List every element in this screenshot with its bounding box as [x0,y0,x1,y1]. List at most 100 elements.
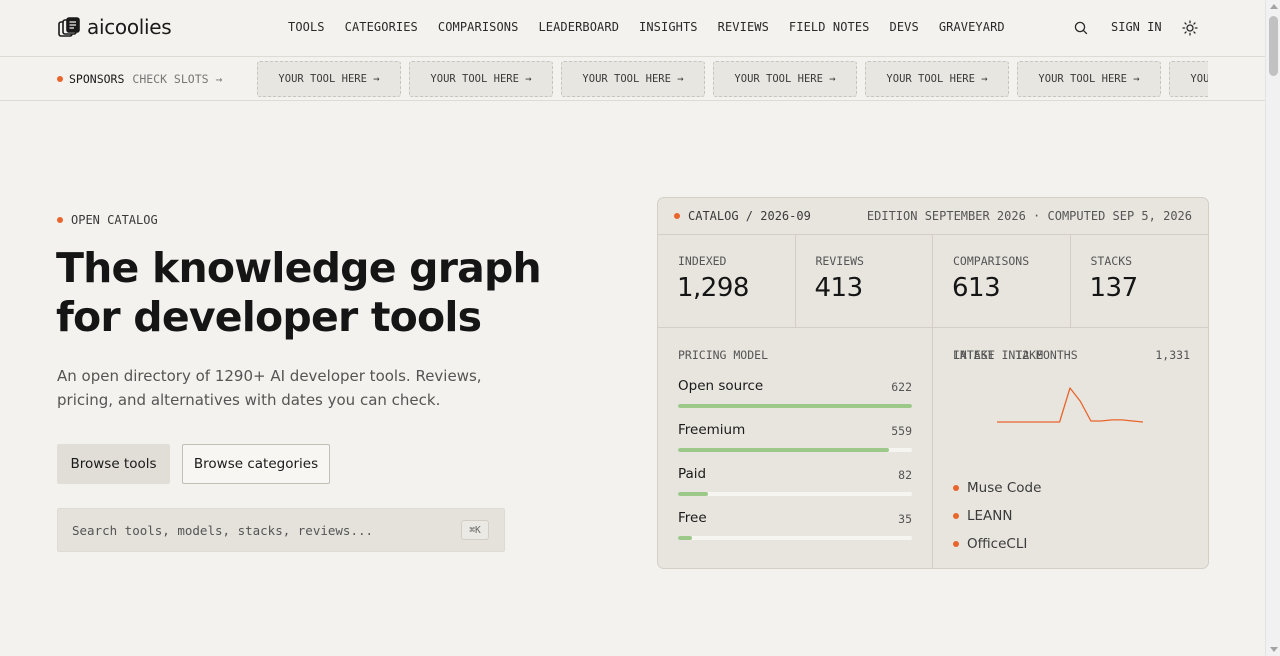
stat-indexed: INDEXED 1,298 [658,235,796,327]
stat-value: 1,298 [677,273,749,303]
pricing-name: Free [678,510,707,526]
sparkline-path [997,387,1143,423]
list-item[interactable]: LEANN [953,502,1041,530]
scrollbar-thumb[interactable] [1269,16,1278,76]
catalog-card: CATALOG / 2026-09 EDITION SEPTEMBER 2026… [657,197,1209,569]
brand-name: aicoolies [87,15,172,39]
status-dot [57,76,63,82]
stat-label: STACKS [1090,254,1133,268]
browse-categories-button[interactable]: Browse categories [182,444,330,484]
status-dot [953,541,959,547]
status-dot [953,485,959,491]
scroll-down-arrow-icon[interactable] [1270,647,1278,652]
progress-track [678,404,912,408]
stat-comparisons: COMPARISONS 613 [933,235,1071,327]
pricing-row: Free 35 [678,510,912,546]
check-slots-link[interactable]: CHECK SLOTS → [132,72,222,86]
catalog-stats: INDEXED 1,298 REVIEWS 413 COMPARISONS 61… [658,235,1208,328]
catalog-title: CATALOG / 2026-09 [688,209,811,223]
status-dot [953,513,959,519]
sponsor-slot[interactable]: YOUR TOOL HERE → [1169,61,1208,97]
search-placeholder: Search tools, models, stacks, reviews... [72,523,374,538]
progress-fill [678,536,693,540]
pricing-label: PRICING MODEL [678,348,769,362]
stat-label: REVIEWS [815,254,864,268]
search-input[interactable]: Search tools, models, stacks, reviews... [57,508,505,552]
brand-logo[interactable]: aicoolies [57,15,172,39]
pricing-row: Freemium 559 [678,422,912,458]
eyebrow-label: OPEN CATALOG [71,213,158,227]
nav-field-notes[interactable]: FIELD NOTES [789,20,870,34]
catalog-edition: EDITION SEPTEMBER 2026 · COMPUTED SEP 5,… [866,209,1192,223]
scroll-up-arrow-icon[interactable] [1270,4,1278,9]
hero-eyebrow: OPEN CATALOG [57,213,158,227]
sponsor-slots: YOUR TOOL HERE → YOUR TOOL HERE → YOUR T… [257,61,1208,97]
sponsor-slot[interactable]: YOUR TOOL HERE → [409,61,553,97]
catalog-title-group: CATALOG / 2026-09 [674,209,811,223]
stacked-cards-logo-icon [58,17,80,37]
nav-reviews[interactable]: REVIEWS [718,20,769,34]
search-icon[interactable] [1073,20,1089,36]
page-title: The knowledge graph for developer tools [56,244,542,341]
stat-value: 613 [952,273,1001,303]
progress-fill [678,448,889,452]
intake-total: 1,331 [1155,348,1190,362]
page-scrollbar[interactable] [1265,0,1280,656]
pricing-count: 82 [898,468,912,482]
pricing-name: Paid [678,466,707,482]
sponsor-slot[interactable]: YOUR TOOL HERE → [257,61,401,97]
sponsors-label-group: SPONSORS CHECK SLOTS → [57,72,222,86]
latest-intake-list: Muse Code LEANN OfficeCLI [953,474,1041,558]
top-navigation: aicoolies TOOLS CATEGORIES COMPARISONS L… [0,0,1265,57]
sponsors-label: SPONSORS [69,72,125,86]
sponsor-slot[interactable]: YOUR TOOL HERE → [865,61,1009,97]
pricing-model-panel: PRICING MODEL Open source 622 Freemium 5… [658,328,933,568]
progress-track [678,448,912,452]
catalog-header: CATALOG / 2026-09 EDITION SEPTEMBER 2026… [658,198,1208,235]
latest-item-name: Muse Code [967,480,1042,496]
nav-comparisons[interactable]: COMPARISONS [438,20,519,34]
pricing-name: Open source [678,378,764,394]
sponsors-bar: SPONSORS CHECK SLOTS → YOUR TOOL HERE → … [0,57,1265,101]
pricing-count: 622 [891,380,912,394]
stat-stacks: STACKS 137 [1071,235,1209,327]
latest-intake-label: LATEST INTAKE [953,348,1044,362]
sponsor-slot[interactable]: YOUR TOOL HERE → [713,61,857,97]
progress-fill [678,404,912,408]
nav-insights[interactable]: INSIGHTS [639,20,698,34]
progress-track [678,492,912,496]
nav-tools[interactable]: TOOLS [288,20,325,34]
latest-item-name: LEANN [967,508,1013,524]
stat-reviews: REVIEWS 413 [796,235,933,327]
status-dot [57,217,63,223]
pricing-count: 35 [898,512,912,526]
sponsor-slot[interactable]: YOUR TOOL HERE → [1017,61,1161,97]
status-dot [674,213,680,219]
intake-panel: INTAKE · 12 MONTHS 1,331 LATEST INTAKE M… [933,328,1208,568]
pricing-name: Freemium [678,422,746,438]
sign-in-link[interactable]: SIGN IN [1111,20,1162,34]
nav-leaderboard[interactable]: LEADERBOARD [538,20,619,34]
list-item[interactable]: Muse Code [953,474,1041,502]
keyboard-shortcut-badge: ⌘K [461,520,489,540]
stat-value: 413 [814,273,864,303]
list-item[interactable]: OfficeCLI [953,530,1041,558]
stat-label: COMPARISONS [953,254,1030,268]
sponsor-slot[interactable]: YOUR TOOL HERE → [561,61,705,97]
pricing-row: Paid 82 [678,466,912,502]
pricing-row: Open source 622 [678,378,912,414]
nav-devs[interactable]: DEVS [890,20,919,34]
browse-tools-button[interactable]: Browse tools [57,444,170,484]
progress-fill [678,492,709,496]
stat-label: INDEXED [678,254,727,268]
pricing-count: 559 [891,424,912,438]
progress-track [678,536,912,540]
hero-subtitle: An open directory of 1290+ AI developer … [57,367,482,409]
nav-categories[interactable]: CATEGORIES [345,20,418,34]
nav-graveyard[interactable]: GRAVEYARD [939,20,1005,34]
sun-icon[interactable] [1182,20,1198,36]
stat-value: 137 [1089,273,1139,303]
intake-sparkline [997,387,1143,423]
primary-nav: TOOLS CATEGORIES COMPARISONS LEADERBOARD… [288,20,1005,34]
latest-item-name: OfficeCLI [967,536,1028,552]
